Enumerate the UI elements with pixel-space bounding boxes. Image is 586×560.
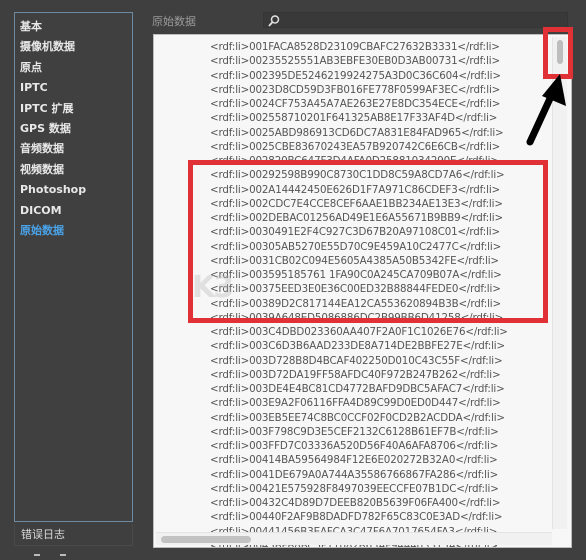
raw-data-line: <rdf:li>003EB5EE74C8BC0CCF02F0CD2B2ACDDA… (210, 411, 505, 424)
raw-data-line: <rdf:li>00421E575928F8497039EECCFE07B1DC… (210, 482, 499, 495)
raw-data-line: <rdf:li>00235525551AB3EBFE30EB0D3AB00731… (210, 55, 500, 68)
raw-data-line: <rdf:li>00414BA59564984F12E6E020272B32A0… (210, 454, 498, 467)
category-list: 基本 摄像机数据 原点 IPTC IPTC 扩展 GPS 数据 音频数据 视频数… (15, 13, 132, 241)
raw-data-line: <rdf:li>00375EED3E0E36C00ED32B88844FEDE0… (210, 283, 501, 296)
sidebar-item-photoshop[interactable]: Photoshop (20, 180, 132, 200)
raw-data-line: <rdf:li>003E9A2F06116FFA4D89C99D0ED0D447… (210, 397, 501, 410)
sidebar-item-raw-data[interactable]: 原始数据 (20, 221, 132, 241)
raw-data-line: <rdf:li>003FFD7C03336A520D56F40A6AFA8706… (210, 440, 499, 452)
sidebar-item-video-data[interactable]: 视频数据 (20, 160, 132, 180)
raw-data-line: <rdf:li>003C4DBD023360AA407F2A0F1C1026E7… (210, 326, 508, 338)
raw-data-line: <rdf:li>002820BC647F3D4AFA0D25881034290E… (210, 155, 499, 167)
vertical-scrollbar-thumb[interactable] (557, 40, 563, 64)
raw-data-line: <rdf:li>003C6D3B6AAD233DE8A714DE2BBFE27E… (210, 340, 505, 353)
raw-data-line: <rdf:li>0041DE679A0A744A35586766867FA286… (210, 468, 499, 481)
search-input[interactable] (282, 13, 566, 29)
sidebar-item-audio-data[interactable]: 音频数据 (20, 139, 132, 159)
raw-data-panel: <rdf:li>001FACA8528D23109CBAFC27632B3331… (153, 34, 572, 548)
sidebar-item-gps-data[interactable]: GPS 数据 (20, 119, 132, 139)
sidebar-item-iptc[interactable]: IPTC (20, 78, 132, 98)
sidebar-item-error-log[interactable]: 错误日志 (14, 524, 133, 546)
raw-data-line: <rdf:li>002DEBAC01256AD49E1E6A55671B9BB9… (210, 212, 503, 224)
sidebar-item-basic[interactable]: 基本 (20, 17, 132, 37)
raw-data-lines: <rdf:li>001FACA8528D23109CBAFC27632B3331… (210, 40, 508, 547)
search-icon (268, 15, 280, 27)
cut-off-bottom-content (30, 552, 90, 560)
raw-data-line: <rdf:li>001FACA8528D23109CBAFC27632B3331… (210, 41, 500, 53)
section-title: 原始数据 (152, 15, 196, 28)
raw-data-line: <rdf:li>003F798C9D3E5CEF2132C6128B61EF7B… (210, 425, 499, 438)
raw-data-line: <rdf:li>003595185761 1FA90C0A245CA709B07… (210, 269, 502, 281)
raw-data-line: <rdf:li>002CDC7E4CCE8CEF6AAE1BB234AE13E3… (210, 197, 503, 210)
sidebar-item-dicom[interactable]: DICOM (20, 201, 132, 221)
raw-data-line: <rdf:li>002A14442450E626D1F7A971C86CDEF3… (210, 183, 501, 196)
raw-data-line: <rdf:li>003DE4E4BC81CD4772BAFD9DBC5AFAC7… (210, 383, 505, 395)
raw-data-line: <rdf:li>00389D2C817144EA12CA553620894B3B… (210, 297, 501, 310)
sidebar-item-camera-data[interactable]: 摄像机数据 (20, 37, 132, 57)
vertical-scrollbar[interactable] (552, 37, 567, 529)
raw-data-line: <rdf:li>003D72DA19FF58AFDC40F972B247B262… (210, 368, 501, 381)
metadata-category-sidebar: 基本 摄像机数据 原点 IPTC IPTC 扩展 GPS 数据 音频数据 视频数… (14, 12, 133, 522)
raw-data-line: <rdf:li>002558710201F641325AB8E17F33AF4D… (210, 112, 498, 125)
raw-data-line: <rdf:li>0031CB02C094E5605A4385A50B5342FE… (210, 254, 499, 267)
horizontal-scrollbar-thumb[interactable] (161, 536, 251, 543)
raw-data-line: <rdf:li>00440F2AF9B8DADFD782F65C83C0E3AD… (210, 511, 503, 524)
raw-data-line: <rdf:li>003D728B8D4BCAF402250D010C43C55F… (210, 354, 503, 367)
raw-data-line: <rdf:li>00305AB5270E55D70C9E459A10C2477C… (210, 240, 502, 253)
raw-data-line: <rdf:li>00432C4D89D7DEEB820B5639F06FA400… (210, 497, 501, 509)
raw-data-line: <rdf:li>0039A648ED5086886DC2B99BB6D41258… (210, 311, 504, 324)
horizontal-scrollbar[interactable] (156, 532, 552, 545)
raw-data-line: <rdf:li>002395DE5246219924275A3D0C36C604… (210, 69, 501, 82)
raw-data-line: <rdf:li>0025ABD986913CD6DC7A831E84FAD965… (210, 126, 504, 139)
raw-data-line: <rdf:li>00292598B990C8730C1DD8C59A8CD7A6… (210, 169, 505, 182)
sidebar-item-iptc-extension[interactable]: IPTC 扩展 (20, 99, 132, 119)
raw-data-line: <rdf:li>0025CBE83670243EA57B920742C6E6CB… (210, 140, 501, 153)
search-field[interactable] (263, 12, 568, 29)
raw-data-line: <rdf:li>0030491E2F4C927C3D67B20A97108C01… (210, 226, 500, 239)
raw-data-line: <rdf:li>0023D8CD59D3FB016FE778F0599AF3EC… (210, 83, 501, 96)
raw-data-line: <rdf:li>0024CF753A45A7AE263E27E8DC354ECE… (210, 98, 501, 110)
sidebar-item-origin[interactable]: 原点 (20, 58, 132, 78)
